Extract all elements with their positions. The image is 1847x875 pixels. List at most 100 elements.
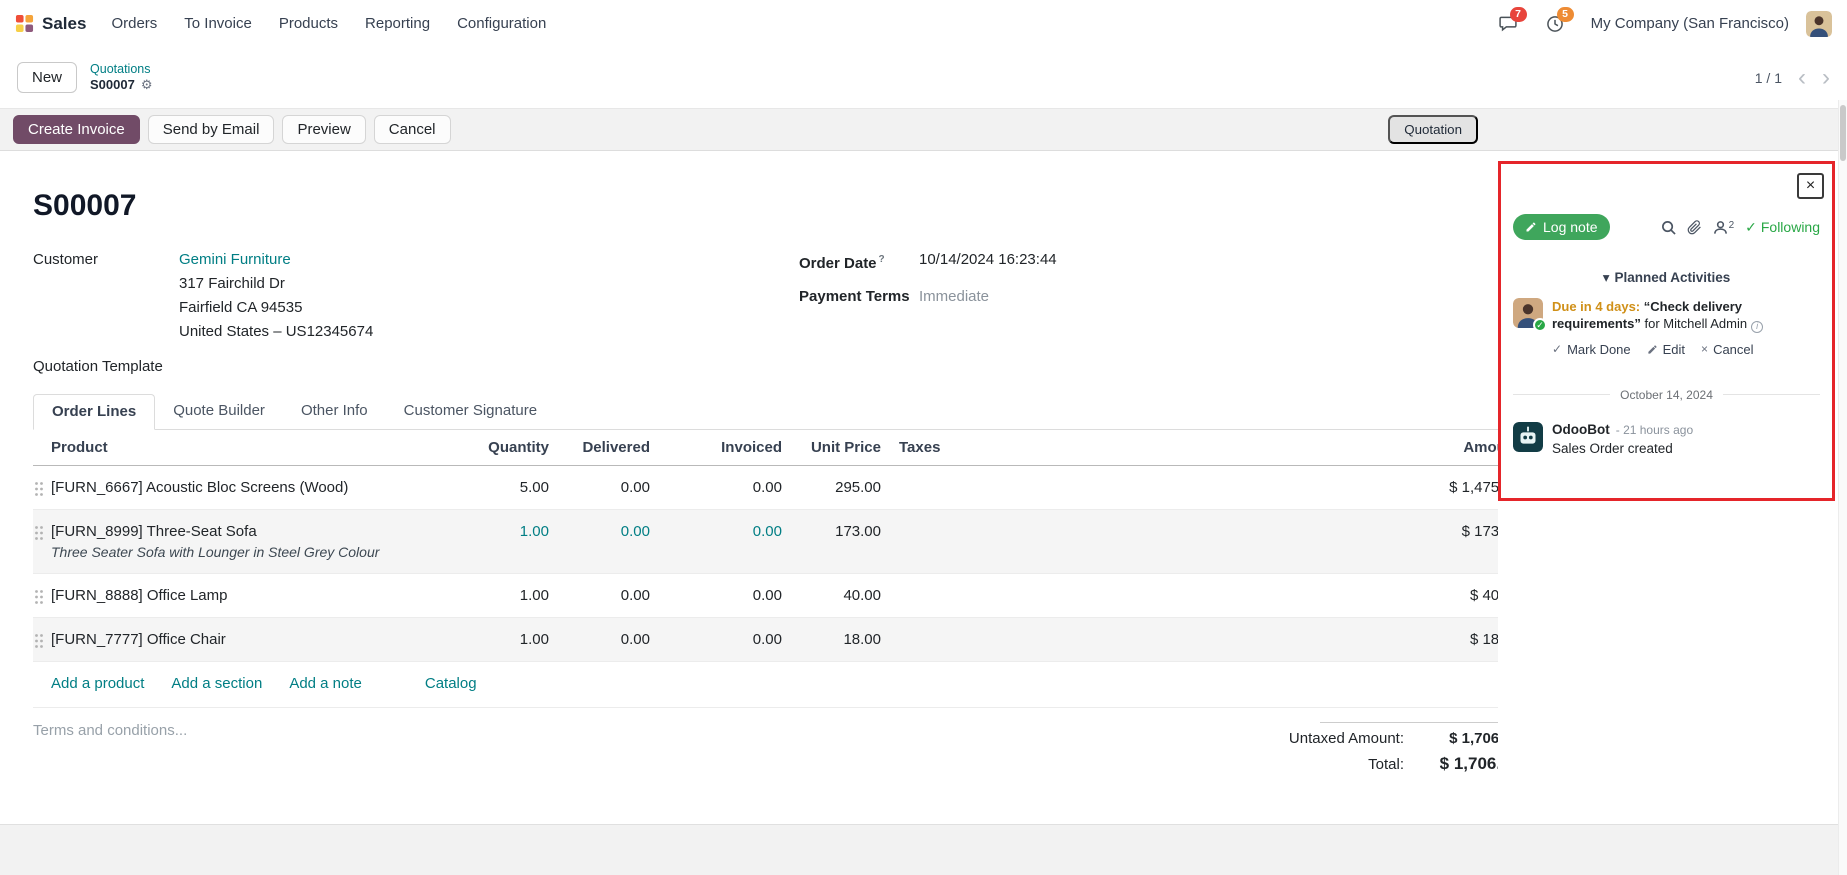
activity-body: Due in 4 days: “Check delivery requireme…	[1552, 298, 1820, 358]
scrollbar-thumb[interactable]	[1840, 105, 1846, 161]
drag-handle-icon[interactable]	[33, 618, 49, 653]
cell-delivered[interactable]: 0.00	[549, 466, 650, 509]
catalog-link[interactable]: Catalog	[425, 675, 477, 692]
quotation-template-label: Quotation Template	[33, 356, 1498, 377]
cell-invoiced[interactable]: 0.00	[650, 574, 782, 617]
cell-quantity[interactable]: 5.00	[439, 466, 549, 509]
menu-item-orders[interactable]: Orders	[111, 15, 157, 32]
user-avatar[interactable]	[1806, 11, 1832, 37]
cell-quantity[interactable]: 1.00	[439, 618, 549, 661]
close-icon[interactable]: ×	[1797, 173, 1824, 199]
cell-amount: $ 173.00	[1011, 510, 1498, 553]
following-button[interactable]: ✓ Following	[1745, 219, 1820, 236]
company-switcher[interactable]: My Company (San Francisco)	[1591, 15, 1789, 32]
order-line-row-3: [FURN_8888] Office Lamp 1.00 0.00 0.00 4…	[33, 574, 1498, 618]
drag-handle-icon[interactable]	[33, 510, 49, 545]
add-product-link[interactable]: Add a product	[51, 675, 144, 692]
cell-taxes[interactable]	[881, 574, 1011, 600]
cell-product[interactable]: [FURN_8888] Office Lamp	[49, 574, 439, 617]
help-icon[interactable]: ?	[879, 254, 885, 265]
edit-label: Edit	[1663, 341, 1685, 358]
cell-product[interactable]: [FURN_6667] Acoustic Bloc Screens (Wood)	[49, 466, 439, 509]
app-name[interactable]: Sales	[42, 14, 86, 34]
header-handle	[33, 430, 49, 448]
separator-line	[1513, 394, 1610, 395]
terms-placeholder[interactable]: Terms and conditions...	[33, 722, 187, 781]
separator-line	[1723, 394, 1820, 395]
activities-button[interactable]: 5	[1545, 14, 1565, 34]
create-invoice-button[interactable]: Create Invoice	[13, 115, 140, 144]
cell-invoiced[interactable]: 0.00	[650, 618, 782, 661]
edit-activity-button[interactable]: Edit	[1647, 341, 1685, 358]
customer-link[interactable]: Gemini Furniture	[179, 249, 291, 270]
order-date-value[interactable]: 10/14/2024 16:23:44	[919, 249, 1057, 274]
pencil-icon	[1647, 344, 1658, 355]
chatter-panel: × Log note 2 ✓ Following ▾Pla	[1498, 161, 1835, 501]
cell-taxes[interactable]	[881, 466, 1011, 492]
send-by-email-button[interactable]: Send by Email	[148, 115, 275, 144]
cancel-button[interactable]: Cancel	[374, 115, 451, 144]
activity-due: Due in 4 days:	[1552, 299, 1640, 314]
mark-done-button[interactable]: ✓ Mark Done	[1552, 341, 1631, 358]
add-section-link[interactable]: Add a section	[171, 675, 262, 692]
tab-customer-signature[interactable]: Customer Signature	[386, 394, 555, 430]
cell-delivered[interactable]: 0.00	[549, 510, 650, 553]
cell-invoiced[interactable]: 0.00	[650, 510, 782, 553]
cell-taxes[interactable]	[881, 618, 1011, 644]
menu-item-to-invoice[interactable]: To Invoice	[184, 15, 252, 32]
menu-item-configuration[interactable]: Configuration	[457, 15, 546, 32]
new-button[interactable]: New	[17, 62, 77, 93]
cell-unit-price[interactable]: 295.00	[782, 466, 881, 509]
search-icon[interactable]	[1661, 220, 1676, 235]
cell-invoiced[interactable]: 0.00	[650, 466, 782, 509]
cell-product[interactable]: [FURN_7777] Office Chair	[49, 618, 439, 661]
apps-grid-icon[interactable]	[15, 14, 34, 33]
cell-unit-price[interactable]: 18.00	[782, 618, 881, 661]
tab-order-lines[interactable]: Order Lines	[33, 394, 155, 430]
cell-delivered[interactable]: 0.00	[549, 618, 650, 661]
order-line-row-4: [FURN_7777] Office Chair 1.00 0.00 0.00 …	[33, 618, 1498, 662]
add-note-link[interactable]: Add a note	[289, 675, 362, 692]
log-note-button[interactable]: Log note	[1513, 214, 1610, 240]
paperclip-icon[interactable]	[1687, 220, 1702, 235]
payment-terms-value[interactable]: Immediate	[919, 286, 989, 307]
breadcrumb-quotations-link[interactable]: Quotations	[90, 62, 152, 77]
cancel-activity-button[interactable]: × Cancel	[1701, 341, 1753, 358]
planned-activities-header[interactable]: ▾Planned Activities	[1513, 270, 1820, 286]
drag-handle-icon[interactable]	[33, 574, 49, 609]
cell-amount: $ 1,475.00	[1011, 466, 1498, 509]
menu-item-reporting[interactable]: Reporting	[365, 15, 430, 32]
cell-quantity[interactable]: 1.00	[439, 510, 549, 553]
preview-button[interactable]: Preview	[282, 115, 365, 144]
scrollbar-track[interactable]	[1838, 100, 1847, 875]
messages-button[interactable]: 7	[1498, 14, 1518, 34]
drag-handle-icon[interactable]	[33, 466, 49, 501]
header-unit-price: Unit Price	[782, 430, 881, 465]
cell-unit-price[interactable]: 173.00	[782, 510, 881, 553]
menu-item-products[interactable]: Products	[279, 15, 338, 32]
tab-other-info[interactable]: Other Info	[283, 394, 386, 430]
message-text: Sales Order created	[1552, 441, 1693, 456]
tab-quote-builder[interactable]: Quote Builder	[155, 394, 283, 430]
cell-delivered[interactable]: 0.00	[549, 574, 650, 617]
x-icon: ×	[1701, 341, 1708, 358]
pager-prev-icon[interactable]: ‹	[1798, 68, 1806, 88]
cell-taxes[interactable]	[881, 510, 1011, 536]
apps-home-button[interactable]: Sales	[15, 14, 86, 34]
table-footer-links: Add a product Add a section Add a note C…	[33, 662, 1498, 708]
cell-unit-price[interactable]: 40.00	[782, 574, 881, 617]
pager-next-icon[interactable]: ›	[1822, 68, 1830, 88]
cell-quantity[interactable]: 1.00	[439, 574, 549, 617]
info-icon[interactable]: i	[1751, 321, 1763, 333]
page-title: S00007	[33, 189, 1498, 223]
gear-icon[interactable]: ⚙	[141, 77, 153, 93]
customer-block: Customer Gemini Furniture 317 Fairchild …	[33, 249, 799, 344]
totals-separator	[1320, 722, 1498, 723]
followers-icon[interactable]: 2	[1713, 220, 1735, 235]
navbar-right: 7 5 My Company (San Francisco)	[1471, 11, 1832, 37]
form-header-fields: Customer Gemini Furniture 317 Fairchild …	[33, 249, 1498, 344]
order-info-block: Order Date? 10/14/2024 16:23:44 Payment …	[799, 249, 1057, 344]
cell-product[interactable]: [FURN_8999] Three-Seat Sofa Three Seater…	[49, 510, 439, 573]
stage-quotation-badge[interactable]: Quotation	[1388, 115, 1478, 144]
untaxed-amount-value: $ 1,706.00	[1420, 730, 1498, 747]
